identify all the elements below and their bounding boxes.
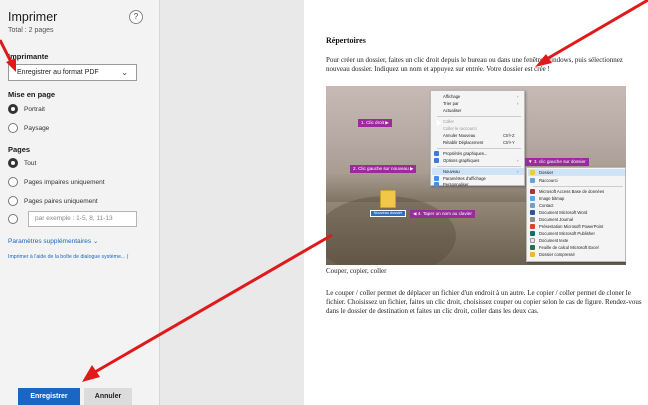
pages-odd-label: Pages impaires uniquement [24,178,105,186]
layout-label: Mise en page [8,90,56,99]
word-icon [530,210,535,215]
print-preview-page: Répertoires Pour créer un dossier, faite… [304,0,648,405]
menu-item[interactable]: Image bitmap [539,196,564,201]
pages-even-option[interactable]: Pages paires uniquement [8,195,98,207]
menu-divider [437,116,521,117]
shortcut-icon [530,178,535,183]
step-1-tag: 1. Clic droit ▶ [358,119,392,127]
menu-item[interactable]: Options graphiques [443,158,479,163]
chevron-right-icon: › [517,158,519,163]
zip-folder-icon [530,252,535,257]
layout-landscape-option[interactable]: Paysage [8,122,49,134]
menu-item-folder[interactable]: Dossier [539,170,553,175]
publisher-icon [530,231,535,236]
help-button[interactable]: ? [129,10,143,24]
menu-item[interactable]: Personnaliser [443,182,469,187]
menu-item[interactable]: Raccourci [539,178,558,183]
menu-item[interactable]: Document texte [539,238,568,243]
menu-item[interactable]: Affichage [443,94,460,99]
radio-icon[interactable] [8,196,18,206]
shortcut-label: Ctrl+Y [503,140,515,145]
page-count: Total : 2 pages [8,27,54,34]
printer-value: Enregistrer au format PDF [17,69,99,76]
step-3-tag: ▼ 3. clic gauche sur dossier [525,158,589,166]
menu-item[interactable]: Contact [539,203,553,208]
pages-all-label: Tout [24,159,37,167]
layout-portrait-option[interactable]: Portrait [8,103,45,115]
powerpoint-icon [530,224,535,229]
printer-select[interactable]: Enregistrer au format PDF ⌄ [8,64,137,81]
radio-icon[interactable] [8,177,18,187]
menu-item[interactable]: Paramètres d'affichage [443,176,486,181]
chevron-right-icon: › [517,169,519,174]
access-icon [530,189,535,194]
new-folder-name: Nouveau dossier [370,210,406,217]
system-dialog-link[interactable]: Imprimer à l'aide de la boîte de dialogu… [8,254,128,260]
display-icon [434,176,439,181]
pages-all-option[interactable]: Tout [8,157,36,169]
menu-item[interactable]: Actualiser [443,108,461,113]
radio-checked-icon[interactable] [8,104,18,114]
tutorial-screenshot: Affichage › Trier par › Actualiser Colle… [326,86,626,265]
menu-item[interactable]: Coller le raccourci [443,126,477,131]
contact-icon [530,203,535,208]
radio-checked-icon[interactable] [8,158,18,168]
pages-odd-option[interactable]: Pages impaires uniquement [8,176,105,188]
paragraph-create-folder: Pour créer un dossier, faites un clic dr… [326,56,623,73]
menu-item[interactable]: Feuille de calcul Microsoft Excel [539,245,599,250]
chevron-down-icon: ⌄ [121,68,128,77]
personalize-icon [434,182,439,187]
pages-label: Pages [8,145,31,154]
menu-item[interactable]: Document Microsoft Word [539,210,587,215]
menu-item[interactable]: Annuler Nouveau [443,133,475,138]
menu-item[interactable]: Propriétés graphiques... [443,151,487,156]
menu-item[interactable]: Rétablir Déplacement [443,140,483,145]
menu-item[interactable]: Trier par [443,101,459,106]
menu-item[interactable]: Dossier compressé [539,252,575,257]
panel-title: Imprimer [8,10,58,24]
graphics-icon [434,151,439,156]
radio-icon[interactable] [8,123,18,133]
graphics-options-icon [434,158,439,163]
folder-icon [380,190,396,208]
menu-divider [437,166,521,167]
menu-item[interactable]: Coller [443,119,454,124]
save-button[interactable]: Enregistrer [18,388,80,405]
menu-item[interactable]: Présentation Microsoft PowerPoint [539,224,603,229]
layout-landscape-label: Paysage [24,124,50,132]
page-heading: Répertoires [326,36,366,45]
more-settings-link[interactable]: Paramètres supplémentaires ⌄ [8,237,98,245]
pages-even-label: Pages paires uniquement [24,197,98,205]
journal-icon [530,217,535,222]
bitmap-icon [530,196,535,201]
page-range-input[interactable]: par exemple : 1-5, 8, 11-13 [28,211,137,227]
excel-icon [530,245,535,250]
chevron-right-icon: › [517,101,519,106]
step-4-tag: ◀ 4. Taper un nom au clavier [410,210,475,218]
text-doc-icon [530,238,535,243]
menu-item-new[interactable]: Nouveau [443,169,460,174]
menu-item[interactable]: Microsoft Access Base de données [539,189,604,194]
shortcut-label: Ctrl+Z [503,133,515,138]
menu-item[interactable]: Document Journal [539,217,573,222]
new-submenu: Dossier Raccourci Microsoft Access Base … [526,167,626,262]
paragraph-cut-copy-paste: Le couper / coller permet de déplacer un… [326,289,642,315]
layout-portrait-label: Portrait [24,105,45,113]
print-panel: Imprimer Total : 2 pages ? Imprimante En… [0,0,160,405]
context-menu: Affichage › Trier par › Actualiser Colle… [430,90,525,187]
menu-divider [533,186,623,187]
folder-icon [530,170,535,175]
pages-custom-option[interactable] [8,213,18,225]
menu-divider [437,148,521,149]
cancel-button[interactable]: Annuler [84,388,132,405]
figure-caption: Couper, copier, coller [326,267,387,275]
printer-label: Imprimante [8,52,49,61]
chevron-right-icon: › [517,94,519,99]
step-2-tag: 2. Clic gauche sur nouveau ▶ [350,165,417,173]
radio-icon[interactable] [8,214,18,224]
menu-item[interactable]: Document Microsoft Publisher [539,231,595,236]
